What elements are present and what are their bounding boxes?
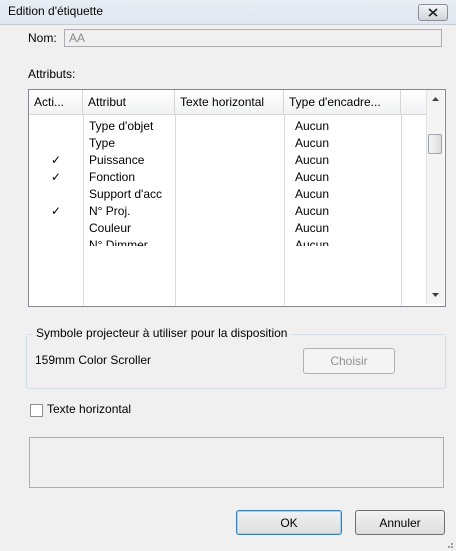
attribute-cell: Puissance [89, 153, 145, 167]
vertical-scrollbar[interactable] [426, 90, 444, 304]
horizontal-text-label[interactable]: Texte horizontal [47, 402, 131, 416]
attribute-cell: Couleur [89, 221, 132, 235]
column-header-frame-type[interactable]: Type d'encadre... [284, 90, 401, 114]
cancel-button[interactable]: Annuler [355, 510, 445, 535]
active-check: ✓ [51, 170, 62, 184]
chevron-down-icon [432, 292, 439, 297]
active-check [51, 237, 71, 246]
active-check [51, 135, 71, 151]
horizontal-text-cell [180, 220, 280, 236]
name-input[interactable]: AA [64, 29, 442, 47]
listview-body: Type d'objet Aucun Type Aucun ✓ Puissanc… [29, 115, 426, 306]
window-title: Edition d'étiquette [8, 4, 104, 18]
frame-type-cell: Aucun [295, 204, 330, 218]
active-check: ✓ [51, 153, 62, 167]
chevron-up-icon [432, 96, 439, 101]
attribute-cell: N° Dimmer [89, 238, 148, 246]
table-row[interactable]: Support d'acc Aucun [29, 186, 426, 202]
attribute-cell: Fonction [89, 170, 136, 184]
active-check [51, 220, 71, 236]
attribute-cell: Type d'objet [89, 119, 154, 133]
attributes-label: Attributs: [28, 67, 76, 81]
ok-button[interactable]: OK [236, 510, 342, 535]
resize-grip-icon[interactable] [444, 539, 454, 549]
close-icon [428, 8, 438, 17]
horizontal-text-checkbox[interactable] [30, 404, 43, 417]
table-row[interactable]: N° Dimmer Aucun [29, 237, 426, 246]
frame-type-cell: Aucun [295, 136, 330, 150]
active-check [51, 118, 71, 134]
active-check: ✓ [51, 204, 62, 218]
description-textarea[interactable] [29, 437, 444, 488]
scroll-down-button[interactable] [427, 286, 444, 303]
attribute-cell: N° Proj. [89, 204, 131, 218]
horizontal-text-cell [180, 237, 280, 246]
table-row[interactable]: ✓ N° Proj. Aucun [29, 203, 426, 219]
frame-type-cell: Aucun [295, 238, 330, 246]
name-label: Nom: [28, 31, 57, 45]
table-row[interactable]: ✓ Puissance Aucun [29, 152, 426, 168]
attributes-listview[interactable]: Acti... Attribut Texte horizontal Type d… [28, 89, 446, 307]
frame-type-cell: Aucun [295, 170, 330, 184]
listview-header: Acti... Attribut Texte horizontal Type d… [29, 90, 426, 115]
column-header-horizontal-text[interactable]: Texte horizontal [175, 90, 284, 114]
horizontal-text-cell [180, 203, 280, 219]
horizontal-text-cell [180, 186, 280, 202]
active-check [51, 186, 71, 202]
frame-type-cell: Aucun [295, 221, 330, 235]
table-row[interactable]: Type d'objet Aucun [29, 118, 426, 134]
horizontal-text-cell [180, 118, 280, 134]
frame-type-cell: Aucun [295, 187, 330, 201]
table-row[interactable]: Type Aucun [29, 135, 426, 151]
horizontal-text-cell [180, 135, 280, 151]
close-button[interactable] [418, 4, 448, 21]
table-row[interactable]: ✓ Fonction Aucun [29, 169, 426, 185]
symbol-group-legend: Symbole projecteur à utiliser pour la di… [33, 326, 291, 340]
column-header-active[interactable]: Acti... [29, 90, 83, 114]
horizontal-text-cell [180, 152, 280, 168]
frame-type-cell: Aucun [295, 119, 330, 133]
scroll-thumb[interactable] [428, 134, 442, 154]
symbol-value: 159mm Color Scroller [35, 353, 152, 367]
scroll-up-button[interactable] [427, 90, 444, 107]
title-bar: Edition d'étiquette [0, 0, 456, 25]
attribute-cell: Support d'acc [89, 187, 163, 201]
choose-button[interactable]: Choisir [303, 348, 395, 374]
attribute-cell: Type [89, 136, 116, 150]
table-row[interactable]: Couleur Aucun [29, 220, 426, 236]
frame-type-cell: Aucun [295, 153, 330, 167]
column-header-attribute[interactable]: Attribut [83, 90, 175, 114]
horizontal-text-cell [180, 169, 280, 185]
